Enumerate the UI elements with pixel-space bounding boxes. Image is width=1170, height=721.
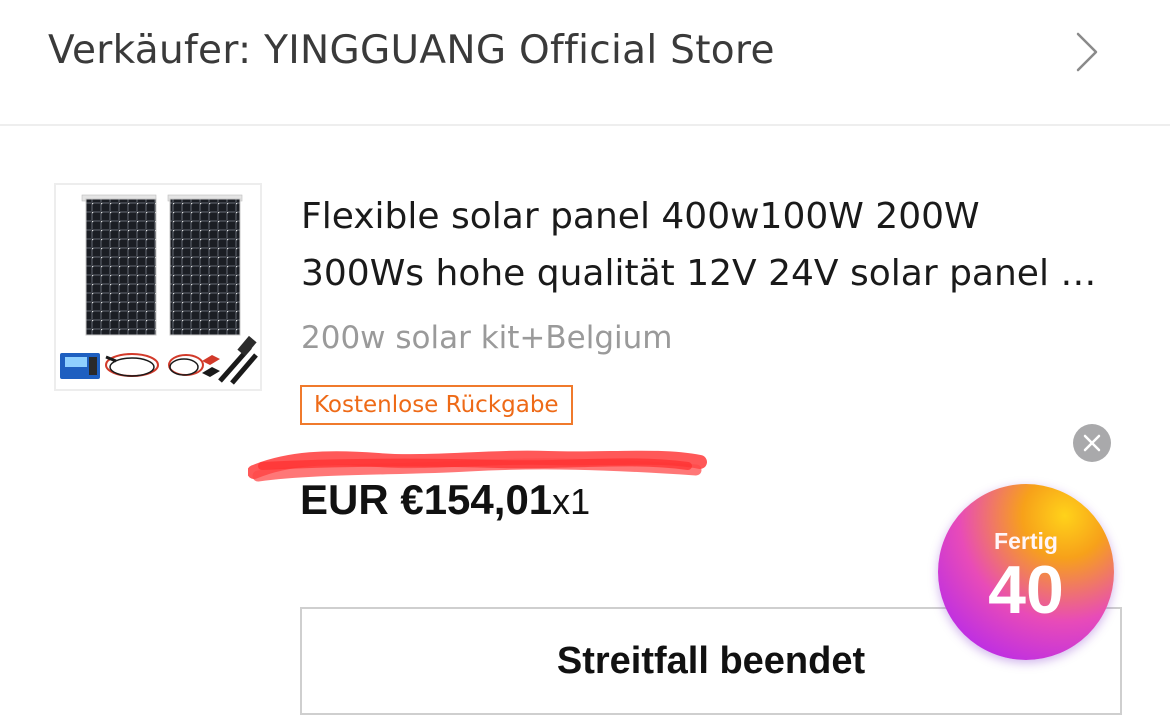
chevron-right-icon[interactable] <box>1070 30 1104 74</box>
product-variant: 200w solar kit+Belgium <box>301 320 673 356</box>
product-title[interactable]: Flexible solar panel 400w100W 200W 300Ws… <box>301 188 1131 302</box>
product-quantity: x1 <box>552 481 591 522</box>
seller-name[interactable]: Verkäufer: YINGGUANG Official Store <box>48 28 775 73</box>
countdown-value: 40 <box>988 552 1064 628</box>
product-image[interactable] <box>54 183 262 391</box>
close-icon[interactable] <box>1073 424 1111 462</box>
product-price: EUR €154,01 <box>300 476 553 523</box>
solar-kit-image <box>60 194 258 385</box>
countdown-badge[interactable]: Fertig 40 <box>938 484 1114 660</box>
countdown-label: Fertig <box>994 528 1058 554</box>
product-title-line-2: 300Ws hohe qualität 12V 24V solar panel … <box>301 253 1121 294</box>
free-return-badge: Kostenlose Rückgabe <box>300 385 573 425</box>
seller-header[interactable]: Verkäufer: YINGGUANG Official Store <box>0 0 1170 126</box>
price-row: EUR €154,01x1 <box>300 476 590 524</box>
product-title-line-1: Flexible solar panel 400w100W 200W <box>301 196 980 237</box>
